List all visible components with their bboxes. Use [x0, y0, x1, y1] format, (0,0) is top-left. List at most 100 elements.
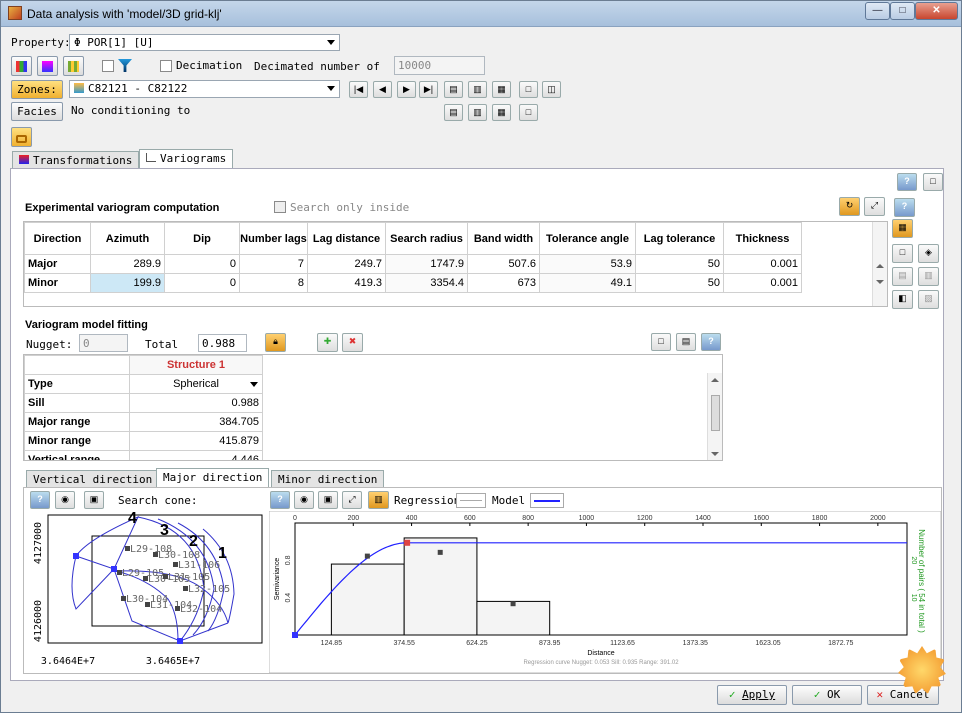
paste-row-button[interactable]: ▥ [918, 267, 939, 286]
value-cell[interactable]: 0 [164, 273, 240, 293]
first-button[interactable]: |◀ [349, 81, 368, 98]
export-button[interactable]: □ [923, 173, 943, 191]
add-row-button[interactable]: □ [892, 244, 913, 263]
table-row[interactable]: Minor 199.9 0 8 419.3 3354.4 673 49.1 50 0.001 [24, 273, 802, 293]
value-cell[interactable]: 507.6 [467, 254, 540, 274]
total-input[interactable]: 0.988 [198, 334, 247, 352]
fit-new-button[interactable]: □ [651, 333, 671, 351]
property-combo[interactable]: Φ POR[1] [U] [69, 34, 340, 51]
cone-handle[interactable] [177, 638, 183, 644]
value-cell[interactable]: 50 [635, 254, 724, 274]
value-cell[interactable]: 673 [467, 273, 540, 293]
copy-row-button[interactable]: ▤ [892, 267, 913, 286]
help-button[interactable]: ? [897, 173, 917, 191]
value-cell[interactable]: 0 [164, 254, 240, 274]
structure-param-value[interactable]: 0.988 [129, 393, 263, 413]
facies-copy-all-button[interactable]: ▥ [468, 104, 487, 121]
facies-new-button[interactable]: □ [519, 104, 538, 121]
structure-param-value[interactable]: 384.705 [129, 412, 263, 432]
remove-structure-button[interactable]: ✖ [342, 333, 363, 352]
filter-checkbox[interactable] [102, 60, 114, 72]
value-cell[interactable]: 53.9 [539, 254, 636, 274]
value-cell[interactable]: 7 [239, 254, 308, 274]
value-cell[interactable]: 0.001 [723, 254, 802, 274]
decimated-number-input[interactable]: 10000 [394, 56, 485, 75]
prev-button[interactable]: ◀ [373, 81, 392, 98]
table-row[interactable]: Minor range 415.879 [24, 431, 263, 451]
value-cell[interactable]: 1747.9 [385, 254, 468, 274]
cone-handle[interactable] [73, 553, 79, 559]
value-cell[interactable]: 289.9 [90, 254, 165, 274]
value-cell[interactable]: 199.9 [90, 273, 165, 293]
next-button[interactable]: ▶ [397, 81, 416, 98]
add-structure-button[interactable]: ✚ [317, 333, 338, 352]
map-help-button[interactable]: ? [30, 491, 50, 509]
model-legend-swatch[interactable] [530, 493, 564, 508]
value-cell[interactable]: 0.001 [723, 273, 802, 293]
copy-all-button[interactable]: ▥ [468, 81, 487, 98]
chart-help-button[interactable]: ? [270, 491, 290, 509]
value-cell[interactable]: 50 [635, 273, 724, 293]
table-tool-button[interactable]: ▦ [892, 219, 913, 238]
lock-button[interactable] [11, 127, 32, 147]
tab-minor-direction[interactable]: Minor direction [271, 470, 385, 488]
tab-major-direction[interactable]: Major direction [156, 468, 270, 488]
map-camera-button[interactable]: ▣ [84, 491, 104, 509]
regression-legend-swatch[interactable] [456, 493, 486, 508]
chart-eye-button[interactable]: ◉ [294, 491, 314, 509]
fit-help-button[interactable]: ? [701, 333, 721, 351]
delete-row-button[interactable]: ▨ [918, 290, 939, 309]
color-palette-button[interactable] [11, 56, 32, 76]
value-cell[interactable]: 419.3 [307, 273, 386, 293]
close-button[interactable]: ✕ [915, 2, 958, 20]
table-row[interactable]: Sill 0.988 [24, 393, 263, 413]
histogram-button[interactable] [37, 56, 58, 76]
table-row[interactable]: Vertical range 4.446 [24, 450, 263, 460]
scroll-thumb[interactable] [711, 395, 720, 431]
fit-button[interactable]: ⤢ [864, 197, 885, 216]
direction-button[interactable]: ◈ [918, 244, 939, 263]
lock-sill-button[interactable]: 🔒︎ [265, 333, 286, 352]
apply-button[interactable]: ✓ Apply [717, 685, 787, 705]
minimize-button[interactable]: — [865, 2, 890, 20]
paste-button[interactable]: ▦ [492, 81, 511, 98]
value-cell[interactable]: 3354.4 [385, 273, 468, 293]
map-eye-button[interactable]: ◉ [55, 491, 75, 509]
maximize-button[interactable]: □ [890, 2, 915, 20]
table-row[interactable]: Major range 384.705 [24, 412, 263, 432]
grid-button[interactable] [63, 56, 84, 76]
table-row[interactable]: Major 289.9 0 7 249.7 1747.9 507.6 53.9 50 0.001 [24, 254, 802, 274]
table-row[interactable]: Type Spherical [24, 374, 263, 394]
structure-scrollbar[interactable] [707, 373, 722, 460]
value-cell[interactable]: 49.1 [539, 273, 636, 293]
duplicate-doc-button[interactable]: ◫ [542, 81, 561, 98]
value-cell[interactable]: 8 [239, 273, 308, 293]
chart-bars-button[interactable]: ▥ [368, 491, 389, 509]
ok-button[interactable]: ✓ OK [792, 685, 862, 705]
copy-button[interactable]: ▤ [444, 81, 463, 98]
decimation-checkbox[interactable] [160, 60, 172, 72]
merge-button[interactable]: ◧ [892, 290, 913, 309]
search-only-checkbox[interactable] [274, 201, 286, 213]
tab-variograms[interactable]: Variograms [139, 149, 234, 169]
refresh-button[interactable]: ↻ [839, 197, 860, 216]
structure-param-value[interactable]: 4.446 [129, 450, 263, 460]
zones-button[interactable]: Zones: [11, 80, 63, 99]
fit-copy-button[interactable]: ▤ [676, 333, 696, 351]
chart-camera-button[interactable]: ▣ [318, 491, 338, 509]
structure-param-value[interactable]: 415.879 [129, 431, 263, 451]
value-cell[interactable]: 249.7 [307, 254, 386, 274]
nugget-input[interactable]: 0 [79, 334, 128, 352]
tab-transformations[interactable]: Transformations [12, 151, 140, 169]
facies-paste-button[interactable]: ▦ [492, 104, 511, 121]
facies-copy-button[interactable]: ▤ [444, 104, 463, 121]
cone-origin-handle[interactable] [111, 566, 117, 572]
new-doc-button[interactable]: □ [519, 81, 538, 98]
exp-scrollbar[interactable] [872, 222, 887, 306]
chart-fit-button[interactable]: ⤢ [342, 491, 362, 509]
zones-combo[interactable]: C82121 - C82122 [69, 80, 340, 98]
structure-param-value[interactable]: Spherical [129, 374, 263, 394]
tab-vertical-direction[interactable]: Vertical direction [26, 470, 160, 488]
last-button[interactable]: ▶| [419, 81, 438, 98]
exp-help-button[interactable]: ? [894, 198, 915, 217]
